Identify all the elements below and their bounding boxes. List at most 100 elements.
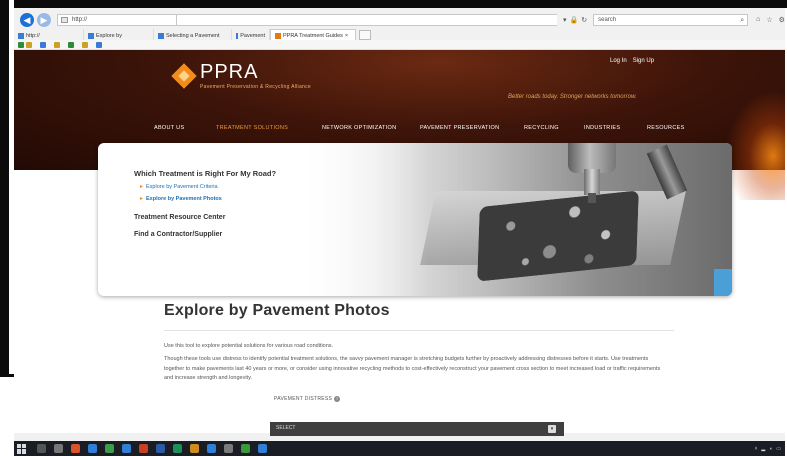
tab-label: Pavement <box>240 32 265 39</box>
account-links: Log In Sign Up <box>610 58 654 64</box>
bookmark-icon <box>18 41 24 48</box>
app-icon[interactable] <box>258 444 267 453</box>
tab-4[interactable]: Pavement <box>232 29 270 40</box>
caret-right-icon: ▸ <box>140 196 144 202</box>
favorite-item[interactable] <box>96 41 102 48</box>
nav-about-us[interactable]: ABOUT US <box>154 125 184 131</box>
close-icon[interactable]: × <box>345 33 348 39</box>
volume-icon[interactable]: ◖ <box>769 446 772 452</box>
app-icon[interactable] <box>207 444 216 453</box>
field-label-text: PAVEMENT DISTRESS <box>274 395 333 402</box>
app-icon[interactable] <box>122 444 131 453</box>
hero-fade <box>268 143 428 296</box>
arrow-right-icon: ▶ <box>40 14 48 25</box>
hero-link-photos[interactable]: ▸ Explore by Pavement Photos <box>140 195 276 203</box>
star-icon[interactable]: ☆ <box>766 16 772 24</box>
bookmark-icon <box>40 41 46 48</box>
title-divider <box>164 330 674 331</box>
new-tab-button[interactable] <box>359 30 371 40</box>
monitor-screen: ◀ ▶ http:// ▾ 🔒 ↻ search ⌕ ⌂ ☆ ⚙ http://… <box>14 8 785 456</box>
body-paragraph: Though these tools use distress to ident… <box>164 356 661 381</box>
login-link[interactable]: Log In <box>610 58 627 64</box>
nav-treatment-solutions[interactable]: TREATMENT SOLUTIONS <box>216 125 288 131</box>
search-icon[interactable]: ⌕ <box>740 16 744 26</box>
nav-pavement-preservation[interactable]: PAVEMENT PRESERVATION <box>420 125 499 131</box>
app-icon[interactable] <box>71 444 80 453</box>
app-icon[interactable] <box>224 444 233 453</box>
hero-card: Which Treatment is Right For My Road? ▸ E… <box>98 143 732 296</box>
tab-strip: http:// Explore by Selecting a Pavement … <box>14 28 785 40</box>
tab-label: http:// <box>26 32 40 39</box>
app-icon[interactable] <box>105 444 114 453</box>
app-icon[interactable] <box>190 444 199 453</box>
nav-network-optimization[interactable]: NETWORK OPTIMIZATION <box>322 125 396 131</box>
hero-resource-center[interactable]: Treatment Resource Center <box>134 214 276 221</box>
address-input[interactable]: http:// <box>57 14 177 26</box>
dropdown-icon[interactable]: ▾ <box>563 16 567 24</box>
bookmark-icon <box>96 41 102 48</box>
windows-taskbar: ˄ ▂ ◖ ▭ <box>14 441 785 456</box>
taskbar-apps <box>37 444 267 453</box>
chevron-up-icon[interactable]: ˄ <box>754 446 757 452</box>
app-icon[interactable] <box>88 444 97 453</box>
photo-border-left-lower <box>0 374 14 456</box>
favorite-item[interactable] <box>82 41 88 48</box>
app-icon[interactable] <box>139 444 148 453</box>
tab-1[interactable]: http:// <box>14 29 84 40</box>
page-icon <box>61 17 68 23</box>
hero-menu: Which Treatment is Right For My Road? ▸ E… <box>134 169 276 238</box>
main-content: Explore by Pavement Photos Use this tool… <box>164 302 684 402</box>
diamond-logo-icon <box>171 63 197 89</box>
app-icon[interactable] <box>173 444 182 453</box>
address-actions: ▾ 🔒 ↻ <box>563 16 587 24</box>
address-bar-row: ◀ ▶ http:// ▾ 🔒 ↻ search ⌕ ⌂ ☆ ⚙ <box>14 12 785 28</box>
distress-select[interactable]: SELECT ▾ <box>270 422 564 436</box>
search-input[interactable]: search ⌕ <box>593 14 749 26</box>
refresh-icon[interactable]: ↻ <box>581 16 587 24</box>
gear-icon[interactable]: ⚙ <box>779 16 785 24</box>
hero-question[interactable]: Which Treatment is Right For My Road? <box>134 169 276 178</box>
folder-icon <box>26 41 32 48</box>
address-input-extension[interactable] <box>177 14 557 26</box>
windows-start-icon[interactable] <box>17 443 27 454</box>
site-logo[interactable]: PPRA Pavement Preservation & Recycling A… <box>171 61 311 90</box>
home-icon[interactable]: ⌂ <box>756 16 760 24</box>
search-icon[interactable] <box>37 444 46 453</box>
lock-icon[interactable]: 🔒 <box>570 16 579 24</box>
forward-button[interactable]: ▶ <box>37 13 51 27</box>
select-value: SELECT <box>276 425 296 431</box>
notification-icon[interactable]: ▭ <box>776 446 781 452</box>
hero-link-label: Explore by Pavement Photos <box>146 195 222 202</box>
favorite-item[interactable] <box>54 41 60 48</box>
photo-border-top <box>0 0 787 8</box>
chevron-down-icon[interactable]: ▾ <box>548 425 556 433</box>
tab-2[interactable]: Explore by <box>84 29 154 40</box>
favicon-icon <box>88 32 94 39</box>
favicon-icon <box>275 33 281 39</box>
favorite-item[interactable] <box>40 41 46 48</box>
photo-border-left-step <box>0 374 14 377</box>
tab-3[interactable]: Selecting a Pavement <box>154 29 232 40</box>
hero-link-label: Explore by Pavement Criteria <box>146 183 218 190</box>
network-icon[interactable]: ▂ <box>761 446 765 452</box>
photo-machine-stem <box>584 169 600 195</box>
arrow-left-icon: ◀ <box>23 14 31 25</box>
bookmark-icon <box>68 41 74 48</box>
back-button[interactable]: ◀ <box>20 13 34 27</box>
nav-resources[interactable]: RESOURCES <box>647 125 685 131</box>
app-icon[interactable] <box>156 444 165 453</box>
favicon-icon <box>18 32 24 39</box>
hero-find-contractor[interactable]: Find a Contractor/Supplier <box>134 231 276 238</box>
hero-link-criteria[interactable]: ▸ Explore by Pavement Criteria <box>140 183 276 191</box>
nav-recycling[interactable]: RECYCLING <box>524 125 559 131</box>
favorite-item[interactable] <box>68 41 74 48</box>
favorite-item[interactable] <box>18 41 32 48</box>
task-view-icon[interactable] <box>54 444 63 453</box>
logo-name: PPRA <box>200 61 259 83</box>
nav-industries[interactable]: INDUSTRIES <box>584 125 620 131</box>
app-icon[interactable] <box>241 444 250 453</box>
favicon-icon <box>236 32 239 39</box>
help-icon[interactable]: ? <box>334 395 341 402</box>
tab-active[interactable]: PPRA Treatment Guides × <box>270 29 356 40</box>
signup-link[interactable]: Sign Up <box>633 58 654 64</box>
